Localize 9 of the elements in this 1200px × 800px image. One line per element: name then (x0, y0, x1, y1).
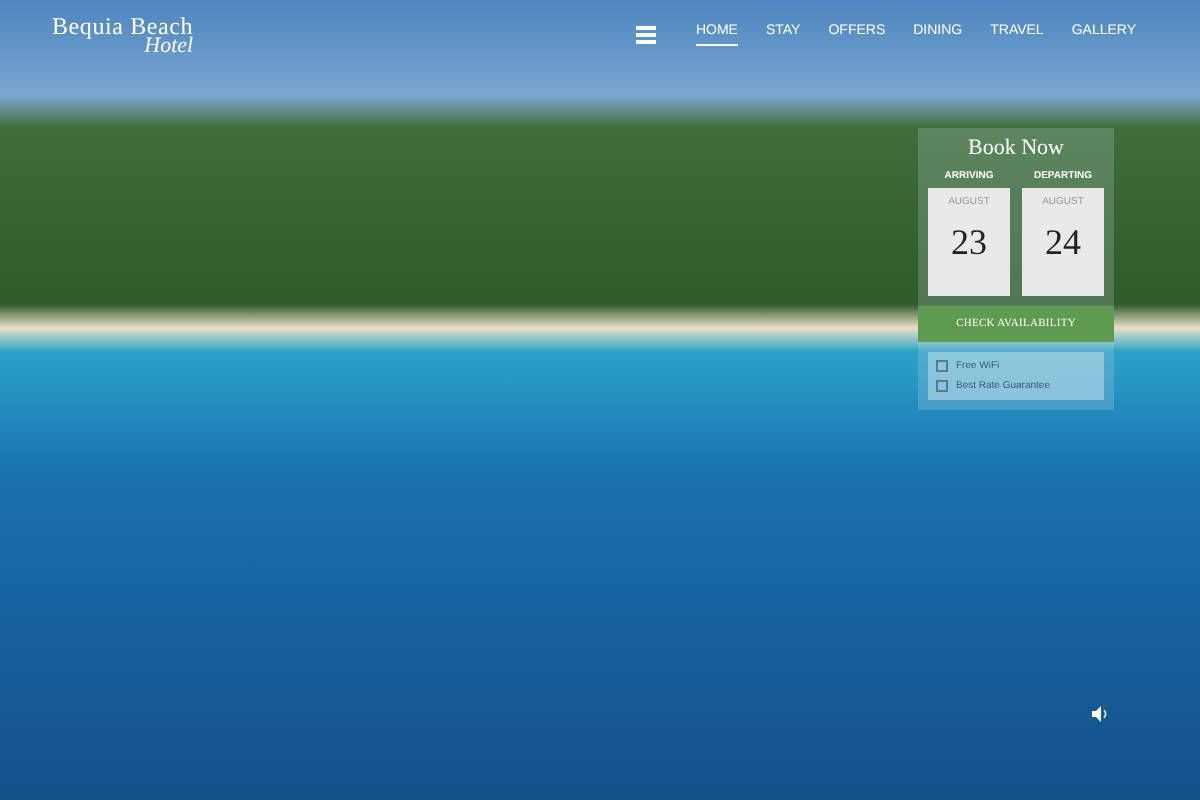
speaker-icon[interactable] (1092, 706, 1110, 722)
date-day: 24 (1045, 224, 1081, 260)
date-day: 23 (951, 224, 987, 260)
checkbox[interactable] (936, 360, 948, 373)
logo-subtitle: Hotel (144, 36, 194, 58)
booking-title: Book Now (968, 138, 1064, 160)
checkbox[interactable] (936, 380, 948, 393)
menu-icon[interactable] (635, 26, 656, 44)
logo-title: Bequia Beach (52, 14, 194, 38)
